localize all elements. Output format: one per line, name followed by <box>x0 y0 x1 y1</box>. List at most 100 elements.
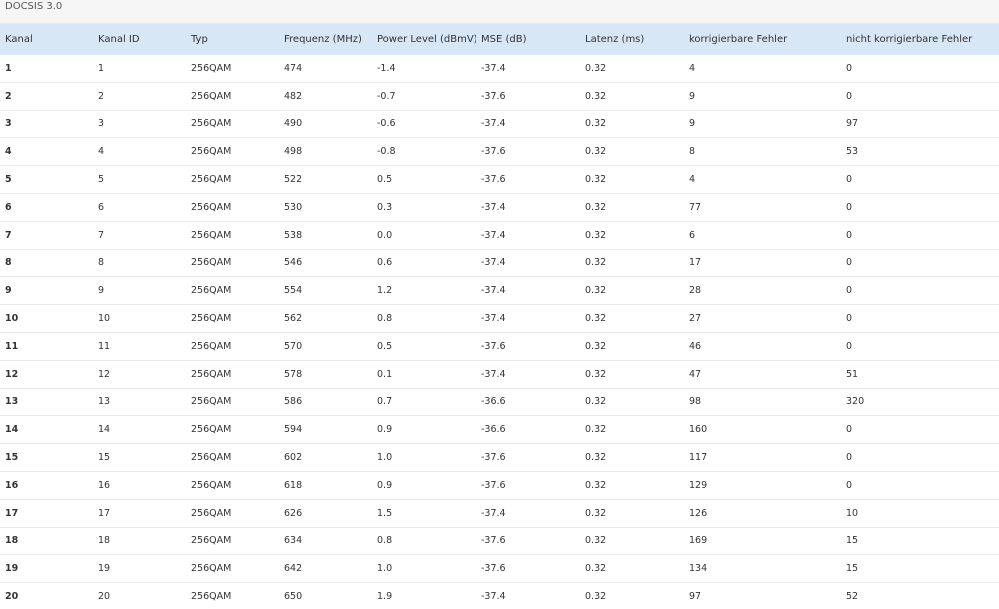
cell-korrigierbare-fehler: 9 <box>684 82 841 111</box>
cell-nicht-korrigierbare-fehler: 0 <box>841 193 999 222</box>
table-row: 6 6 256QAM 530 0.3 -37.4 0.32 77 0 <box>0 193 999 222</box>
cell-latenz: 0.32 <box>580 332 684 361</box>
cell-kanal-id: 5 <box>93 165 186 194</box>
cell-frequenz: 522 <box>279 165 372 194</box>
cell-nicht-korrigierbare-fehler: 0 <box>841 471 999 500</box>
cell-power-level: -0.7 <box>372 82 476 111</box>
cell-korrigierbare-fehler: 6 <box>684 221 841 250</box>
cell-frequenz: 586 <box>279 388 372 417</box>
table-row: 1 1 256QAM 474 -1.4 -37.4 0.32 4 0 <box>0 55 999 83</box>
header-korrigierbare-fehler: korrigierbare Fehler <box>689 34 788 45</box>
cell-nicht-korrigierbare-fehler: 15 <box>841 527 999 556</box>
downstream-channel-table: Kanal Kanal ID Typ Frequenz (MHz) Power … <box>0 24 999 609</box>
cell-nicht-korrigierbare-fehler: 51 <box>841 360 999 389</box>
table-row: 4 4 256QAM 498 -0.8 -37.6 0.32 8 53 <box>0 137 999 167</box>
cell-frequenz: 538 <box>279 221 372 250</box>
cell-latenz: 0.32 <box>580 415 684 445</box>
cell-nicht-korrigierbare-fehler: 0 <box>841 415 999 445</box>
table-row: 13 13 256QAM 586 0.7 -36.6 0.32 98 320 <box>0 388 999 417</box>
cell-latenz: 0.32 <box>580 110 684 139</box>
header-kanal-id: Kanal ID <box>98 34 140 45</box>
header-latenz: Latenz (ms) <box>585 34 645 45</box>
cell-mse: -37.6 <box>476 82 580 111</box>
cell-power-level: 0.5 <box>372 165 476 194</box>
cell-power-level: 1.0 <box>372 443 476 472</box>
cell-korrigierbare-fehler: 97 <box>684 582 841 609</box>
cell-power-level: 0.1 <box>372 360 476 389</box>
cell-typ: 256QAM <box>186 165 279 194</box>
cell-frequenz: 474 <box>279 55 372 83</box>
cell-korrigierbare-fehler: 134 <box>684 554 841 584</box>
cell-mse: -37.4 <box>476 360 580 389</box>
cell-kanal-id: 9 <box>93 276 186 306</box>
cell-frequenz: 562 <box>279 304 372 333</box>
cell-latenz: 0.32 <box>580 554 684 584</box>
cell-mse: -37.6 <box>476 443 580 472</box>
table-row: 10 10 256QAM 562 0.8 -37.4 0.32 27 0 <box>0 304 999 333</box>
cell-kanal-id: 12 <box>93 360 186 389</box>
cell-typ: 256QAM <box>186 554 279 584</box>
cell-typ: 256QAM <box>186 193 279 222</box>
cell-frequenz: 618 <box>279 471 372 500</box>
cell-kanal: 1 <box>0 55 93 83</box>
cell-mse: -37.6 <box>476 527 580 556</box>
cell-kanal-id: 16 <box>93 471 186 500</box>
cell-kanal: 11 <box>0 332 93 361</box>
cell-latenz: 0.32 <box>580 249 684 278</box>
cell-korrigierbare-fehler: 8 <box>684 137 841 167</box>
cell-kanal-id: 1 <box>93 55 186 83</box>
cell-frequenz: 554 <box>279 276 372 306</box>
cell-korrigierbare-fehler: 169 <box>684 527 841 556</box>
cell-latenz: 0.32 <box>580 193 684 222</box>
cell-power-level: -0.8 <box>372 137 476 167</box>
cell-power-level: 0.9 <box>372 471 476 500</box>
cell-typ: 256QAM <box>186 304 279 333</box>
cell-mse: -37.4 <box>476 276 580 306</box>
cell-kanal-id: 4 <box>93 137 186 167</box>
cell-kanal: 8 <box>0 249 93 278</box>
cell-latenz: 0.32 <box>580 360 684 389</box>
table-row: 16 16 256QAM 618 0.9 -37.6 0.32 129 0 <box>0 471 999 500</box>
cell-mse: -37.4 <box>476 110 580 139</box>
cell-kanal: 14 <box>0 415 93 445</box>
table-body: 1 1 256QAM 474 -1.4 -37.4 0.32 4 0 2 2 256QAM 482 -0.… <box>0 55 999 609</box>
cell-nicht-korrigierbare-fehler: 0 <box>841 82 999 111</box>
cell-korrigierbare-fehler: 28 <box>684 276 841 306</box>
cell-nicht-korrigierbare-fehler: 10 <box>841 499 999 528</box>
cell-korrigierbare-fehler: 4 <box>684 55 841 83</box>
cell-frequenz: 642 <box>279 554 372 584</box>
cell-nicht-korrigierbare-fehler: 0 <box>841 304 999 333</box>
table-row: 3 3 256QAM 490 -0.6 -37.4 0.32 9 97 <box>0 110 999 139</box>
cell-mse: -37.6 <box>476 332 580 361</box>
cell-typ: 256QAM <box>186 276 279 306</box>
header-typ: Typ <box>191 34 208 45</box>
cell-power-level: 0.8 <box>372 527 476 556</box>
cell-kanal-id: 6 <box>93 193 186 222</box>
cell-nicht-korrigierbare-fehler: 0 <box>841 221 999 250</box>
table-row: 15 15 256QAM 602 1.0 -37.6 0.32 117 0 <box>0 443 999 472</box>
cell-typ: 256QAM <box>186 527 279 556</box>
header-frequenz: Frequenz (MHz) <box>284 34 362 45</box>
cell-typ: 256QAM <box>186 137 279 167</box>
cell-power-level: 0.0 <box>372 221 476 250</box>
cell-nicht-korrigierbare-fehler: 53 <box>841 137 999 167</box>
table-row: 12 12 256QAM 578 0.1 -37.4 0.32 47 51 <box>0 360 999 389</box>
cell-mse: -37.6 <box>476 554 580 584</box>
cell-latenz: 0.32 <box>580 443 684 472</box>
cell-kanal: 18 <box>0 527 93 556</box>
cell-mse: -37.6 <box>476 137 580 167</box>
cell-power-level: 1.9 <box>372 582 476 609</box>
cell-frequenz: 578 <box>279 360 372 389</box>
cell-mse: -37.4 <box>476 499 580 528</box>
cell-typ: 256QAM <box>186 499 279 528</box>
cell-typ: 256QAM <box>186 443 279 472</box>
cell-kanal: 9 <box>0 276 93 306</box>
cell-kanal-id: 10 <box>93 304 186 333</box>
cell-korrigierbare-fehler: 117 <box>684 443 841 472</box>
cell-kanal-id: 15 <box>93 443 186 472</box>
cell-power-level: -0.6 <box>372 110 476 139</box>
table-row: 19 19 256QAM 642 1.0 -37.6 0.32 134 15 <box>0 554 999 584</box>
cell-power-level: 0.6 <box>372 249 476 278</box>
cell-typ: 256QAM <box>186 332 279 361</box>
cell-frequenz: 594 <box>279 415 372 445</box>
